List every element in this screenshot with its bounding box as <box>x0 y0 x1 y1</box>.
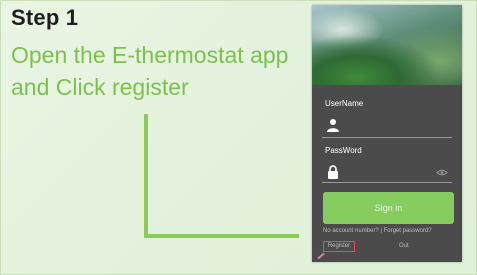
sign-in-button[interactable]: Sign in <box>323 192 454 224</box>
account-help-links[interactable]: No account number? | Forget password? <box>323 228 458 234</box>
register-link[interactable]: Register <box>323 241 355 252</box>
earth-banner-image <box>312 5 462 85</box>
username-label: UserName <box>325 99 364 108</box>
password-label: PassWord <box>325 146 362 155</box>
instruction-card: Step 1 Open the E-thermostat app and Cli… <box>0 0 477 275</box>
show-password-icon[interactable] <box>436 169 448 176</box>
username-field[interactable] <box>322 137 452 138</box>
phone-screenshot: UserName PassWord Sign in No account num… <box>312 5 462 262</box>
out-link[interactable]: Out <box>399 243 409 249</box>
password-field[interactable] <box>322 182 452 183</box>
edit-icon <box>317 252 325 260</box>
pointer-line-horizontal <box>144 234 299 238</box>
user-icon <box>327 119 339 132</box>
lock-icon <box>328 165 338 179</box>
pointer-line-vertical <box>144 114 148 238</box>
step-title: Step 1 <box>11 5 79 30</box>
step-instruction: Open the E-thermostat app and Click regi… <box>11 42 289 100</box>
